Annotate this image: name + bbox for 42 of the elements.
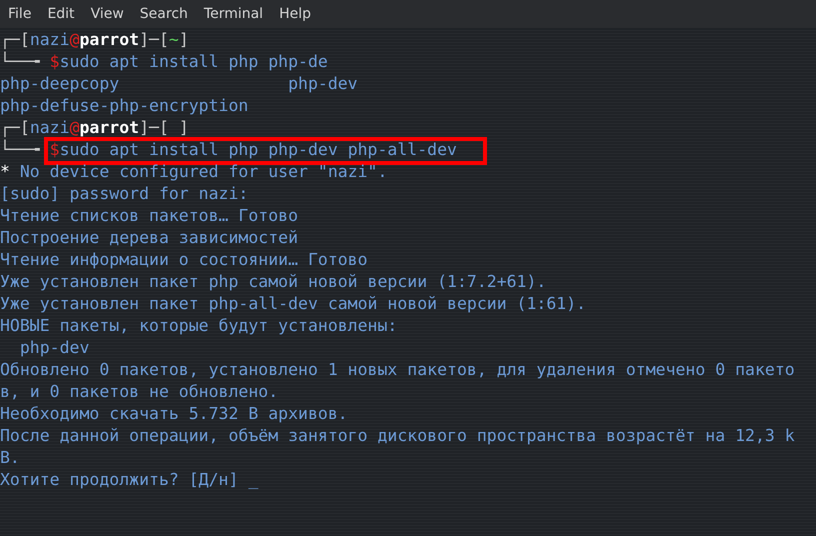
prompt-frame: └──╼ <box>0 140 50 159</box>
asterisk: * <box>0 162 10 181</box>
output-line: Уже установлен пакет php-all-dev самой новой версии (1:61). <box>0 293 588 315</box>
menu-item[interactable]: File <box>8 0 38 28</box>
output-line: Обновлено 0 пакетов, установлено 1 новых пакетов, для удаления отмечено 0 пакето <box>0 359 796 381</box>
output-line: B. <box>0 447 21 469</box>
prompt-frame: ]─[ ] <box>139 118 189 137</box>
command-text: sudo apt install php php-dev php-all-dev <box>60 140 457 159</box>
user-name: nazi <box>30 118 70 137</box>
output-line: в, и 0 пакетов не обновлено. <box>0 381 280 403</box>
output-line: Построение дерева зависимостей <box>0 227 300 249</box>
directory-name: ~ <box>168 30 179 49</box>
user-name: nazi <box>30 30 70 49</box>
output-line: Необходимо скачать 5.732 B архивов. <box>0 403 349 425</box>
host-name: parrot <box>80 30 140 49</box>
menu-item[interactable]: View <box>90 0 130 28</box>
output-line: php-deepcopy php-dev <box>0 73 359 95</box>
at-sign: @ <box>70 30 80 49</box>
output-line: НОВЫЕ пакеты, которые будут установлены: <box>0 315 398 337</box>
output-line: Уже установлен пакет php самой новой версии (1:7.2+61). <box>0 271 548 293</box>
output-line: Чтение информации о состоянии… Готово <box>0 249 369 271</box>
at-sign: @ <box>70 118 80 137</box>
prompt-frame: ┌─[ <box>0 118 30 137</box>
menu-item[interactable]: Edit <box>47 0 81 28</box>
prompt-frame: ]─[ <box>139 30 169 49</box>
prompt-frame: ┌─[ <box>0 30 30 49</box>
menu-item[interactable]: Help <box>279 0 317 28</box>
output-line: После данной операции, объём занятого дискового пространства возрастёт на 12,3 k <box>0 425 796 447</box>
menu-item[interactable]: Search <box>140 0 194 28</box>
host-name: parrot <box>80 118 140 137</box>
menu-item[interactable]: Terminal <box>204 0 270 28</box>
prompt-frame: ] <box>178 30 189 49</box>
output-line: No device configured for user "nazi". <box>18 162 388 181</box>
output-line: php-dev <box>18 337 90 359</box>
prompt-symbol: $ <box>50 52 60 71</box>
output-line: Чтение списков пакетов… Готово <box>0 205 300 227</box>
output-line: php-defuse-php-encryption <box>0 95 250 117</box>
output-line: Хотите продолжить? [Д/н] _ <box>0 469 260 491</box>
prompt-symbol: $ <box>50 140 60 159</box>
prompt-frame: └──╼ <box>0 52 50 71</box>
command-text: sudo apt install php php-de <box>60 52 328 71</box>
output-line: [sudo] password for nazi: <box>0 183 250 205</box>
